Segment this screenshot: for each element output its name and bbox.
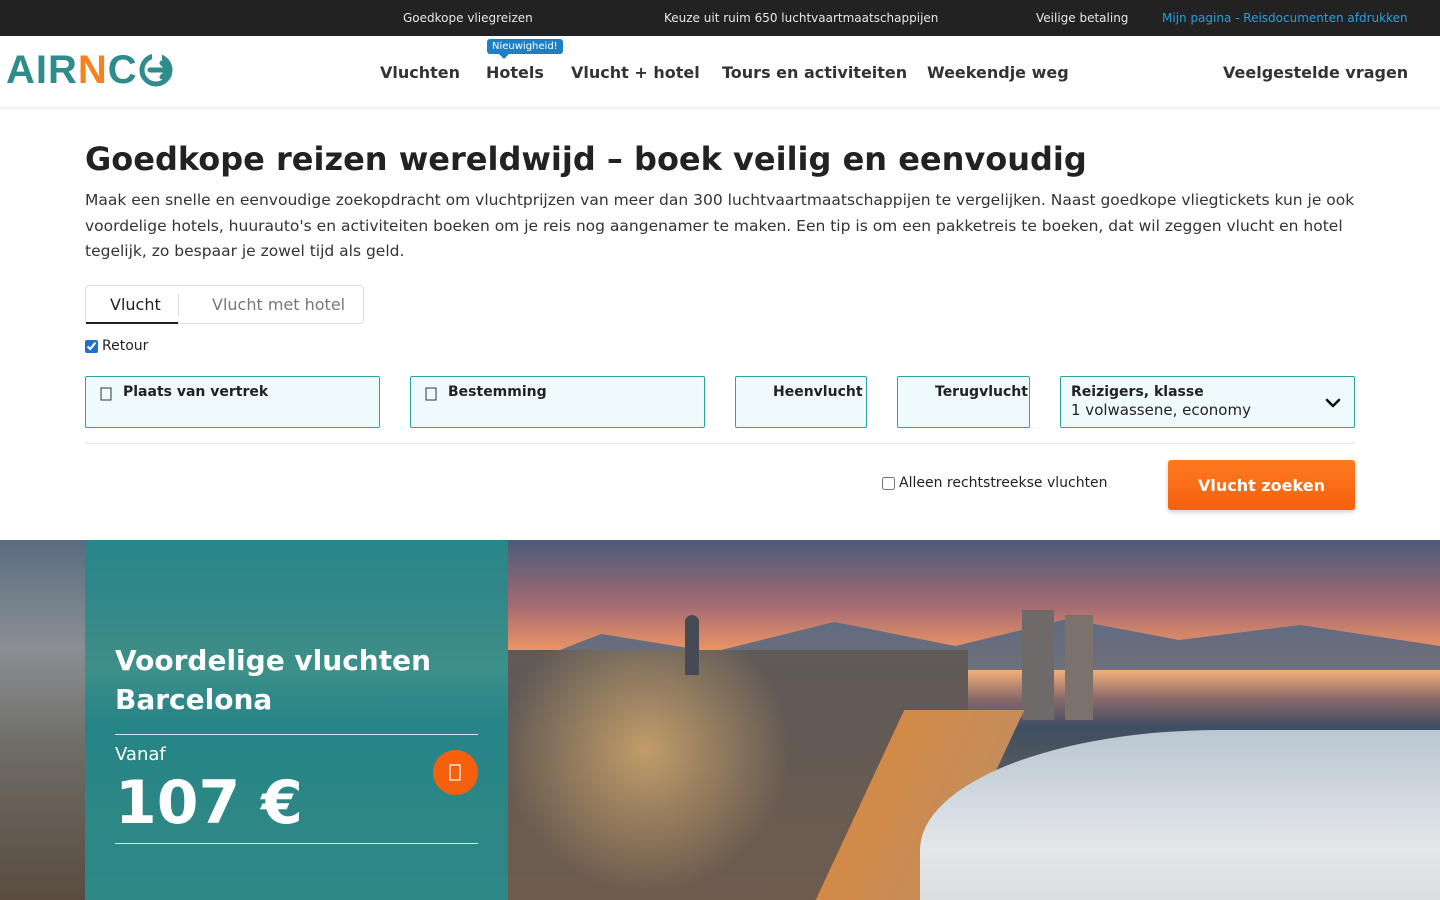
direct-flights-checkbox[interactable] <box>882 476 895 490</box>
page-title: Goedkope reizen wereldwijd – boek veilig… <box>85 140 1087 178</box>
retour-label: Retour <box>102 338 149 354</box>
retour-option[interactable]: Retour <box>85 338 148 354</box>
promo-title: Voordelige vluchten Barcelona <box>115 644 432 716</box>
search-flight-button[interactable]: Vlucht zoeken <box>1168 460 1355 510</box>
logo-arrow-icon <box>139 52 173 87</box>
topbar-cheap-flights: Goedkope vliegreizen <box>403 11 533 25</box>
tab-vlucht-label: Vlucht <box>110 295 161 314</box>
chevron-down-icon <box>1324 394 1342 416</box>
travelers-class-label: Reizigers, klasse <box>1071 384 1204 400</box>
travelers-class-value: 1 volwassene, economy <box>1071 401 1251 419</box>
logo-text-n: N <box>77 48 108 92</box>
top-info-bar: Goedkope vliegreizen Keuze uit ruim 650 … <box>0 0 1440 36</box>
my-page-link[interactable]: Mijn pagina - Reisdocumenten afdrukken <box>1162 11 1408 25</box>
nav-tours[interactable]: Tours en activiteiten <box>722 63 907 82</box>
hero-tower <box>1065 615 1093 720</box>
retour-checkbox[interactable] <box>85 339 98 353</box>
airngo-logo[interactable]: AIRNC <box>6 50 174 90</box>
tab-vlucht[interactable]: Vlucht <box>86 286 178 324</box>
nav-vlucht-hotel[interactable]: Vlucht + hotel <box>571 63 700 82</box>
hero-tower <box>1022 610 1054 720</box>
tab-separator <box>178 294 179 316</box>
nav-weekendje-weg[interactable]: Weekendje weg <box>927 63 1069 82</box>
tab-vlucht-met-hotel[interactable]: Vlucht met hotel <box>192 286 345 324</box>
hero-left-image <box>0 540 85 900</box>
form-divider <box>85 443 1355 444</box>
arrow-right-icon <box>449 764 461 781</box>
search-tabs: Vlucht Vlucht met hotel <box>85 285 364 324</box>
location-pin-icon <box>100 387 112 401</box>
promo-card-barcelona[interactable]: Voordelige vluchten Barcelona Vanaf 107 … <box>85 540 508 900</box>
return-date-label: Terugvlucht <box>935 384 1028 400</box>
direct-flights-option[interactable]: Alleen rechtstreekse vluchten <box>882 475 1108 491</box>
topbar-secure-payment: Veilige betaling <box>1036 11 1129 25</box>
outbound-date-label: Heenvlucht <box>773 384 863 400</box>
outbound-date-field[interactable]: Heenvlucht <box>735 376 867 428</box>
nav-vluchten[interactable]: Vluchten <box>380 63 460 82</box>
intro-text: Maak een snelle en eenvoudige zoekopdrac… <box>85 191 1355 260</box>
main-header: AIRNC Nieuwigheid! Vluchten Hotels Vluch… <box>0 36 1440 108</box>
travelers-class-field[interactable]: Reizigers, klasse 1 volwassene, economy <box>1060 376 1355 428</box>
departure-field[interactable]: Plaats van vertrek <box>85 376 380 428</box>
nav-faq[interactable]: Veelgestelde vragen <box>1223 63 1408 82</box>
topbar-airlines: Keuze uit ruim 650 luchtvaartmaatschappi… <box>664 11 939 25</box>
destination-field[interactable]: Bestemming <box>410 376 705 428</box>
direct-flights-label: Alleen rechtstreekse vluchten <box>899 475 1108 491</box>
logo-text-air: AIR <box>6 48 78 92</box>
hero-banner: Voordelige vluchten Barcelona Vanaf 107 … <box>0 540 1440 900</box>
new-badge: Nieuwigheid! <box>487 39 563 59</box>
hero-tower <box>685 615 699 675</box>
promo-price: 107 € <box>115 768 303 838</box>
logo-text-c: C <box>107 48 138 92</box>
departure-label: Plaats van vertrek <box>123 384 269 400</box>
location-pin-icon <box>425 387 437 401</box>
promo-arrow-button[interactable] <box>433 750 478 795</box>
destination-label: Bestemming <box>448 384 547 400</box>
tab-vlucht-met-hotel-label: Vlucht met hotel <box>212 295 346 314</box>
promo-from-label: Vanaf <box>115 744 166 765</box>
promo-divider <box>115 843 478 844</box>
return-date-field[interactable]: Terugvlucht <box>897 376 1030 428</box>
promo-divider <box>115 734 478 735</box>
nav-hotels[interactable]: Hotels <box>486 63 544 82</box>
